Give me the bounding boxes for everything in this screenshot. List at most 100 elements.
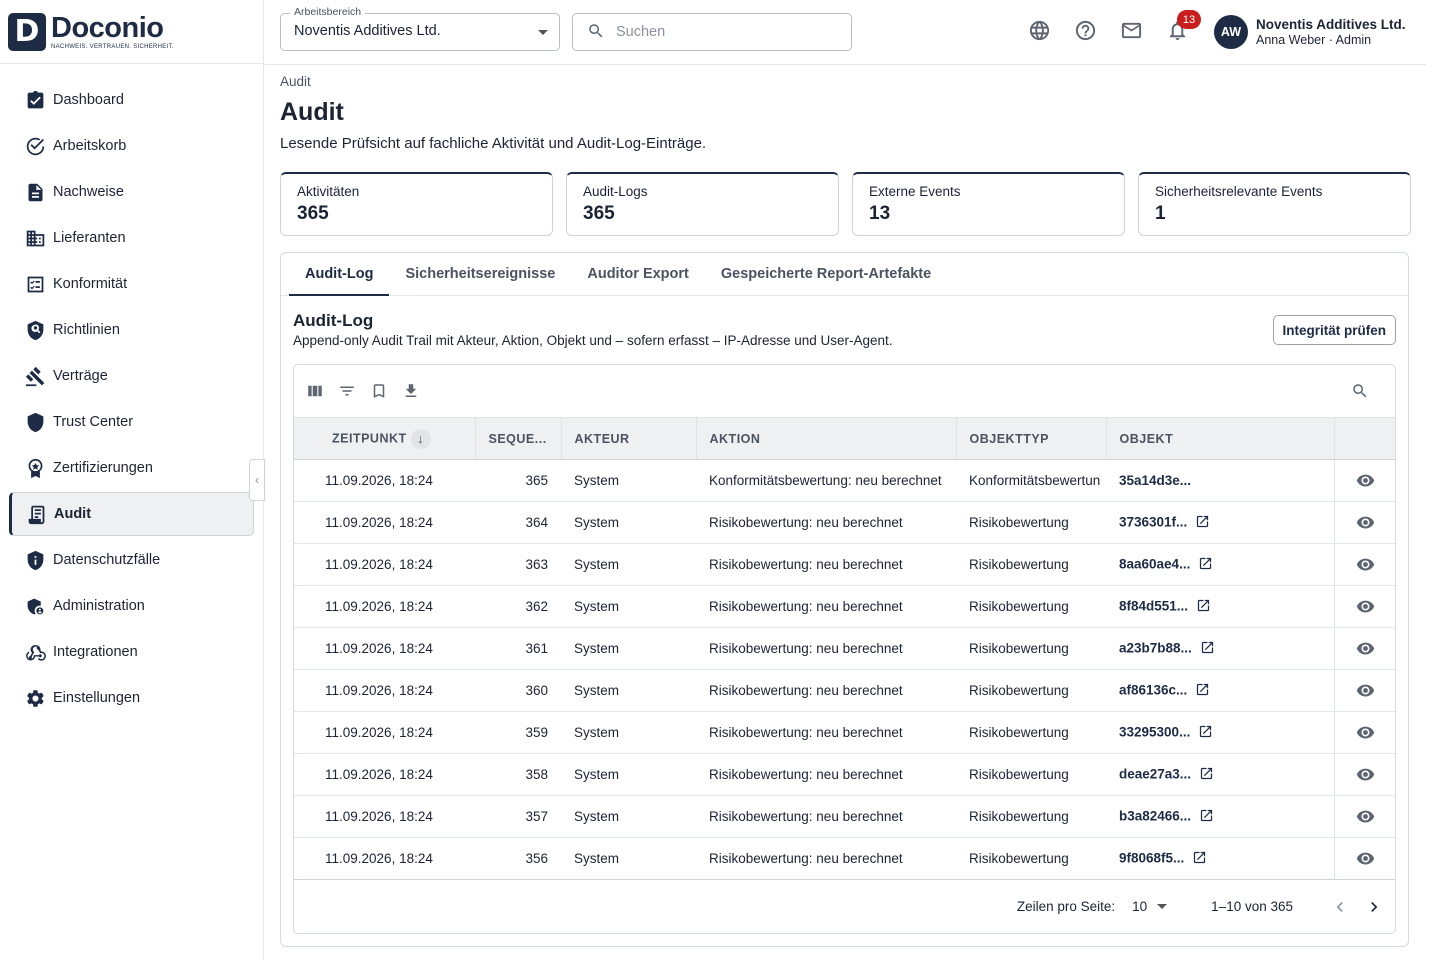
table-row[interactable]: 11.09.2026, 18:24 360 System Risikobewer… [294,669,1395,712]
global-search[interactable] [572,13,852,51]
cell-object: a23b7b88... [1106,627,1334,670]
rows-per-page-select[interactable]: 10 [1132,899,1168,914]
sidebar-item-einstellungen[interactable]: Einstellungen [9,676,254,720]
user-name-role: Anna Weber · Admin [1256,33,1372,47]
open-in-new-icon[interactable] [1196,598,1211,616]
column-header-akteur[interactable]: AKTEUR [561,417,697,460]
cell-object-type: Risikobewertung [956,501,1106,544]
next-page-button[interactable] [1357,890,1391,924]
eye-icon[interactable] [1356,556,1375,571]
sidebar-item-integrationen[interactable]: Integrationen [9,630,254,674]
bookmark-icon[interactable] [370,382,388,400]
tab-audit-log[interactable]: Audit-Log [289,253,390,296]
eye-icon[interactable] [1356,808,1375,823]
eye-icon[interactable] [1356,850,1375,865]
table-row[interactable]: 11.09.2026, 18:24 359 System Risikobewer… [294,711,1395,754]
eye-icon[interactable] [1356,682,1375,697]
verify-integrity-button[interactable]: Integrität prüfen [1272,315,1396,345]
object-id: a23b7b88... [1119,640,1192,656]
sidebar-item-konformitaet[interactable]: Konformität [9,262,254,306]
tab-auditor-export[interactable]: Auditor Export [571,253,705,295]
column-header-objekt[interactable]: OBJEKT [1106,417,1335,460]
cell-object-type: Risikobewertung [956,753,1106,796]
open-in-new-icon[interactable] [1192,850,1207,868]
eye-icon[interactable] [1356,472,1375,487]
brand-logo[interactable]: D Doconio NACHWEIS. VERTRAUEN. SICHERHEI… [0,0,263,64]
document-icon [24,181,46,203]
tab-sicherheitsereignisse[interactable]: Sicherheitsereignisse [389,253,571,295]
open-in-new-icon[interactable] [1198,724,1213,742]
sort-descending-icon[interactable]: ↓ [410,428,431,449]
notifications-button[interactable]: 13 [1165,10,1201,44]
columns-icon[interactable] [306,382,324,400]
previous-page-button[interactable] [1323,890,1357,924]
sidebar-item-lieferanten[interactable]: Lieferanten [9,216,254,260]
download-icon[interactable] [402,382,420,400]
sidebar-item-trust-center[interactable]: Trust Center [9,400,254,444]
table-row[interactable]: 11.09.2026, 18:24 364 System Risikobewer… [294,501,1395,544]
sidebar-item-datenschutzfaelle[interactable]: Datenschutzfälle [9,538,254,582]
sidebar-item-audit[interactable]: Audit [9,492,254,536]
main-content: Audit Audit Lesende Prüfsicht auf fachli… [280,65,1411,947]
table-row[interactable]: 11.09.2026, 18:24 363 System Risikobewer… [294,543,1395,586]
cell-seq: 362 [475,585,561,628]
sidebar-item-label: Datenschutzfälle [53,552,161,568]
table-row[interactable]: 11.09.2026, 18:24 357 System Risikobewer… [294,795,1395,838]
cell-action: Risikobewertung: neu berechnet [696,711,956,754]
cell-actions [1333,795,1395,838]
eye-icon[interactable] [1356,766,1375,781]
open-in-new-icon[interactable] [1200,640,1215,658]
stat-label: Aktivitäten [297,184,360,199]
open-in-new-icon[interactable] [1199,766,1214,784]
avatar[interactable]: AW [1214,15,1248,49]
help-button[interactable] [1073,20,1097,44]
workspace-select[interactable]: Arbeitsbereich Noventis Additives Ltd. [280,6,560,51]
sidebar-item-nachweise[interactable]: Nachweise [9,170,254,214]
language-button[interactable] [1027,20,1051,44]
table-row[interactable]: 11.09.2026, 18:24 362 System Risikobewer… [294,585,1395,628]
sidebar-item-dashboard[interactable]: Dashboard [9,78,254,122]
sidebar-item-richtlinien[interactable]: Richtlinien [9,308,254,352]
eye-icon[interactable] [1356,598,1375,613]
table-row[interactable]: 11.09.2026, 18:24 358 System Risikobewer… [294,753,1395,796]
table-body: 11.09.2026, 18:24 365 System Konformität… [294,459,1395,880]
open-in-new-icon[interactable] [1198,556,1213,574]
gear-icon [24,687,46,709]
eye-icon[interactable] [1356,724,1375,739]
search-input[interactable] [616,24,836,40]
eye-icon[interactable] [1356,514,1375,529]
column-header-label: AKTION [709,431,761,446]
table-search-icon[interactable] [1351,382,1369,400]
cell-time: 11.09.2026, 18:24 [294,585,475,628]
open-in-new-icon[interactable] [1195,682,1210,700]
cell-object: deae27a3... [1106,753,1334,796]
cell-actor: System [561,795,696,838]
column-header-zeitpunkt[interactable]: ZEITPUNKT ↓ [294,417,476,460]
page-subtitle: Lesende Prüfsicht auf fachliche Aktivitä… [280,135,707,152]
sidebar: D Doconio NACHWEIS. VERTRAUEN. SICHERHEI… [0,0,265,960]
breadcrumb[interactable]: Audit [280,74,1410,89]
column-header-sequenz[interactable]: SEQUE... [475,417,562,460]
cell-time: 11.09.2026, 18:24 [294,459,475,502]
object-id: 8f84d551... [1119,598,1189,614]
open-in-new-icon[interactable] [1199,808,1214,826]
table-row[interactable]: 11.09.2026, 18:24 365 System Konformität… [294,459,1395,502]
sidebar-item-arbeitskorb[interactable]: Arbeitskorb [9,124,254,168]
sidebar-item-zertifizierungen[interactable]: Zertifizierungen [9,446,254,490]
eye-icon[interactable] [1356,640,1375,655]
table-row[interactable]: 11.09.2026, 18:24 361 System Risikobewer… [294,627,1395,670]
open-in-new-icon[interactable] [1195,514,1210,532]
cell-actions [1333,543,1395,586]
tab-report-artefakte[interactable]: Gespeicherte Report-Artefakte [705,253,947,295]
brand-name: Doconio [51,11,164,44]
column-header-aktion[interactable]: AKTION [696,417,957,460]
sidebar-item-vertraege[interactable]: Verträge [9,354,254,398]
table-row[interactable]: 11.09.2026, 18:24 356 System Risikobewer… [294,837,1395,880]
sidebar-collapse-button[interactable]: ‹ [249,459,265,501]
messages-button[interactable] [1119,20,1143,44]
sidebar-item-administration[interactable]: Administration [9,584,254,628]
workspace-value: Noventis Additives Ltd. [294,23,441,39]
filter-icon[interactable] [338,382,356,400]
user-menu[interactable]: Noventis Additives Ltd. Anna Weber · Adm… [1256,17,1406,47]
column-header-objekttyp[interactable]: OBJEKTTYP [956,417,1107,460]
